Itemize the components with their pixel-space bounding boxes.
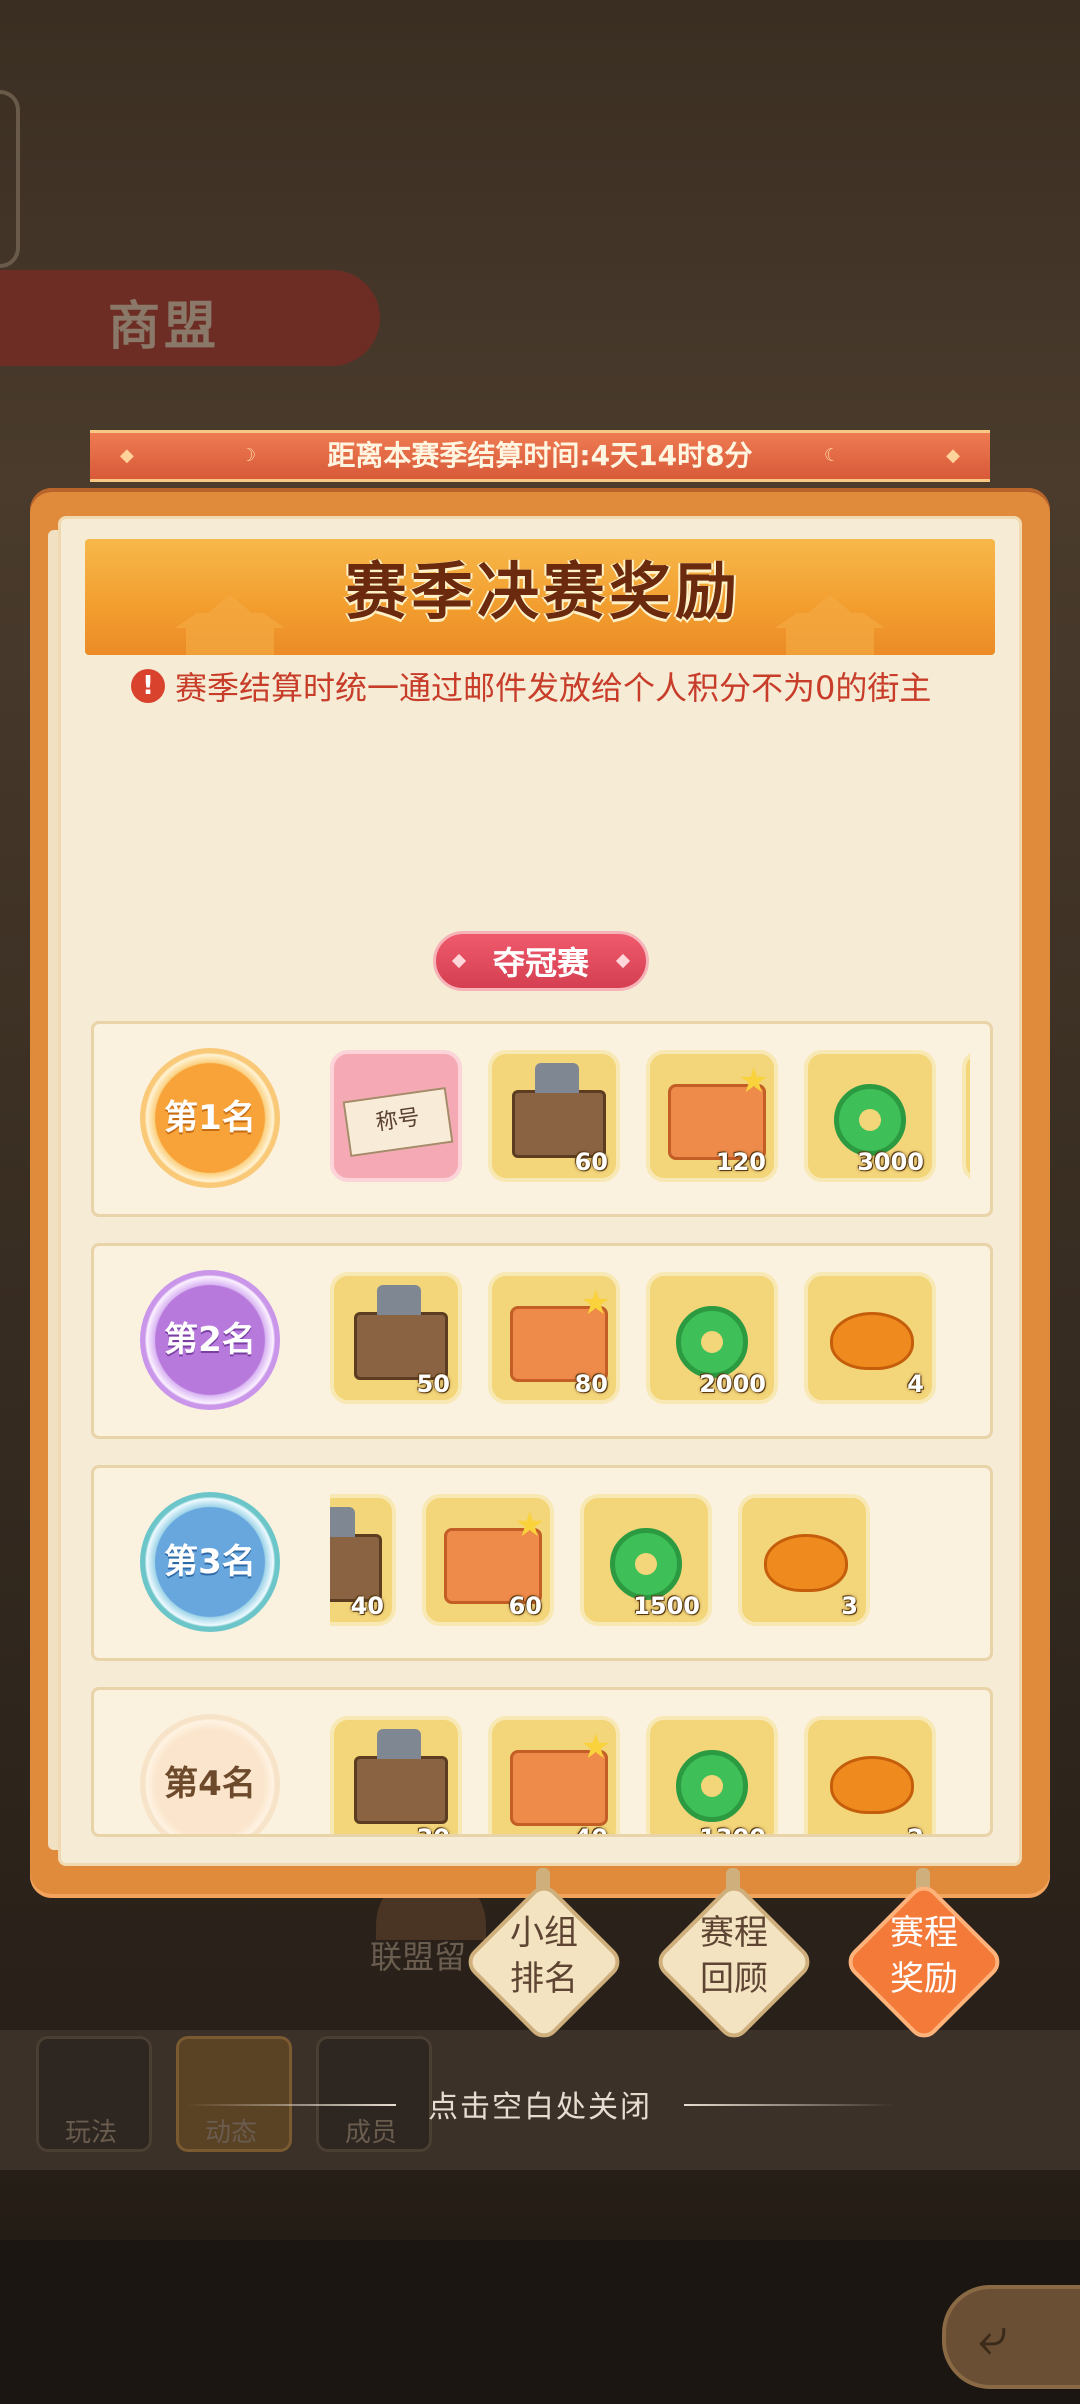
reward-count: 3000 <box>857 1148 924 1176</box>
treasure-chest-icon <box>510 1727 611 1826</box>
rank-badge-3: 第3名 <box>140 1492 280 1632</box>
amber-stone-icon <box>830 1756 914 1814</box>
rank-row-1: 第1名 称号 60 120 3000 <box>91 1021 993 1217</box>
tab-label: 赛程 奖励 <box>890 1913 958 1999</box>
rank-row-3: 第3名 40 60 1500 3 <box>91 1465 993 1661</box>
season-countdown-banner: ◆ ☽ 距离本赛季结算时间:4天14时8分 ☾ ◆ <box>90 430 990 482</box>
reward-item[interactable]: 3000 <box>804 1050 936 1182</box>
reward-count: 2 <box>907 1824 924 1834</box>
reward-count: 4 <box>907 1370 924 1398</box>
rank-row-2: 第2名 50 80 2000 4 <box>91 1243 993 1439</box>
reward-count: 3 <box>841 1592 858 1620</box>
reward-item[interactable]: 50 <box>330 1272 462 1404</box>
tab-label: 赛程 回顾 <box>700 1913 768 1999</box>
rank-row-4: 第4名 30 40 1300 2 <box>91 1687 993 1837</box>
season-countdown-text: 距离本赛季结算时间:4天14时8分 <box>327 439 753 472</box>
close-hint[interactable]: 点击空白处关闭 <box>0 2082 1080 2126</box>
reward-count: 80 <box>574 1370 608 1398</box>
amber-stone-icon <box>830 1312 914 1370</box>
back-button[interactable]: ⤶ <box>942 2285 1080 2389</box>
jade-ring-icon <box>834 1084 906 1156</box>
reward-list[interactable]: 50 80 2000 4 <box>330 1272 970 1412</box>
reward-item[interactable]: 4 <box>804 1272 936 1404</box>
toolbox-icon <box>354 1729 448 1824</box>
reward-item[interactable]: 1300 <box>646 1716 778 1834</box>
reward-list[interactable]: 40 60 1500 3 <box>330 1494 970 1634</box>
background-alliance-label: 联盟留 <box>370 1938 467 1976</box>
reward-item[interactable]: 1500 <box>580 1494 712 1626</box>
tab-group-ranking[interactable]: 小组 排名 <box>461 1868 627 2045</box>
reward-count: 40 <box>350 1592 384 1620</box>
back-arrow-icon: ⤶ <box>978 2307 1008 2367</box>
reward-count: 120 <box>715 1148 766 1176</box>
close-hint-line-right <box>684 2104 894 2106</box>
reward-list[interactable]: 称号 60 120 3000 <box>330 1050 970 1190</box>
reward-item-partial[interactable] <box>962 1050 970 1182</box>
tab-schedule-rewards[interactable]: 赛程 奖励 <box>841 1868 1007 2045</box>
reward-list[interactable]: 30 40 1300 2 <box>330 1716 970 1834</box>
section-label: 夺冠赛 <box>492 944 589 982</box>
tab-schedule-review[interactable]: 赛程 回顾 <box>651 1868 817 2045</box>
banner-deco-left-icon: ◆ <box>120 445 134 466</box>
banner-moon-left-icon: ☽ <box>240 445 257 466</box>
notice-text: 赛季结算时统一通过邮件发放给个人积分不为0的街主 <box>175 669 932 707</box>
reward-count: 50 <box>416 1370 450 1398</box>
tab-label: 小组 排名 <box>510 1913 578 1999</box>
reward-item[interactable]: 30 <box>330 1716 462 1834</box>
reward-count: 60 <box>508 1592 542 1620</box>
reward-count: 30 <box>417 1824 450 1834</box>
title-ticket-icon: 称号 <box>342 1087 454 1157</box>
reward-item[interactable]: 2000 <box>646 1272 778 1404</box>
reward-item[interactable]: 称号 <box>330 1050 462 1182</box>
reward-item[interactable]: 80 <box>488 1272 620 1404</box>
notice-message: ! 赛季结算时统一通过邮件发放给个人积分不为0的街主 <box>131 663 991 709</box>
reward-count: 60 <box>574 1148 608 1176</box>
rank-badge-1: 第1名 <box>140 1048 280 1188</box>
reward-count: 40 <box>575 1824 608 1834</box>
rank-badge-2: 第2名 <box>140 1270 280 1410</box>
tag-deco-icon <box>615 953 631 969</box>
tag-deco-icon <box>451 953 467 969</box>
reward-panel: 赛季决赛奖励 ! 赛季结算时统一通过邮件发放给个人积分不为0的街主 夺冠赛 第1名… <box>58 516 1022 1866</box>
reward-item[interactable]: 60 <box>488 1050 620 1182</box>
background-side-tab <box>0 90 20 268</box>
reward-count: 1300 <box>699 1824 766 1834</box>
reward-item[interactable]: 40 <box>488 1716 620 1834</box>
warning-icon: ! <box>131 669 165 703</box>
jade-ring-icon <box>676 1306 748 1378</box>
jade-ring-icon <box>676 1750 748 1822</box>
reward-item[interactable]: 40 <box>330 1494 396 1626</box>
amber-stone-icon <box>764 1534 848 1592</box>
reward-item[interactable]: 3 <box>738 1494 870 1626</box>
panel-title: 赛季决赛奖励 <box>344 555 741 628</box>
background-bottom-bar <box>0 2240 1080 2404</box>
rank-badge-4: 第4名 <box>140 1714 280 1834</box>
reward-count: 1500 <box>633 1592 700 1620</box>
banner-moon-right-icon: ☾ <box>823 445 840 466</box>
championship-section-tag: 夺冠赛 <box>433 931 649 991</box>
reward-item[interactable]: 60 <box>422 1494 554 1626</box>
reward-count: 2000 <box>699 1370 766 1398</box>
reward-item[interactable]: 120 <box>646 1050 778 1182</box>
background-title: 商盟 <box>108 297 221 357</box>
jade-ring-icon <box>610 1528 682 1600</box>
reward-item[interactable]: 2 <box>804 1716 936 1834</box>
banner-deco-right-icon: ◆ <box>946 445 960 466</box>
